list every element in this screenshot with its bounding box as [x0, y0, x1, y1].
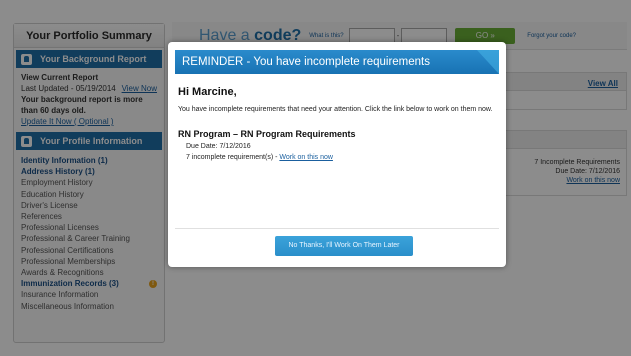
program-due-date: Due Date: 7/12/2016 [186, 143, 251, 150]
incomplete-count-text: 7 incomplete requirement(s) - [186, 154, 280, 161]
modal-greeting: Hi Marcine, [178, 86, 237, 98]
incomplete-requirements-line: 7 incomplete requirement(s) - Work on th… [186, 154, 333, 161]
modal-intro: You have incomplete requirements that ne… [178, 106, 493, 113]
work-later-button[interactable]: No Thanks, I'll Work On Them Later [275, 236, 413, 256]
modal-footer-divider [175, 228, 499, 229]
work-on-this-now-link[interactable]: Work on this now [279, 154, 333, 161]
reminder-modal: REMINDER - You have incomplete requireme… [168, 42, 506, 267]
modal-title: REMINDER - You have incomplete requireme… [175, 50, 499, 74]
program-title: RN Program – RN Program Requirements [178, 129, 356, 139]
